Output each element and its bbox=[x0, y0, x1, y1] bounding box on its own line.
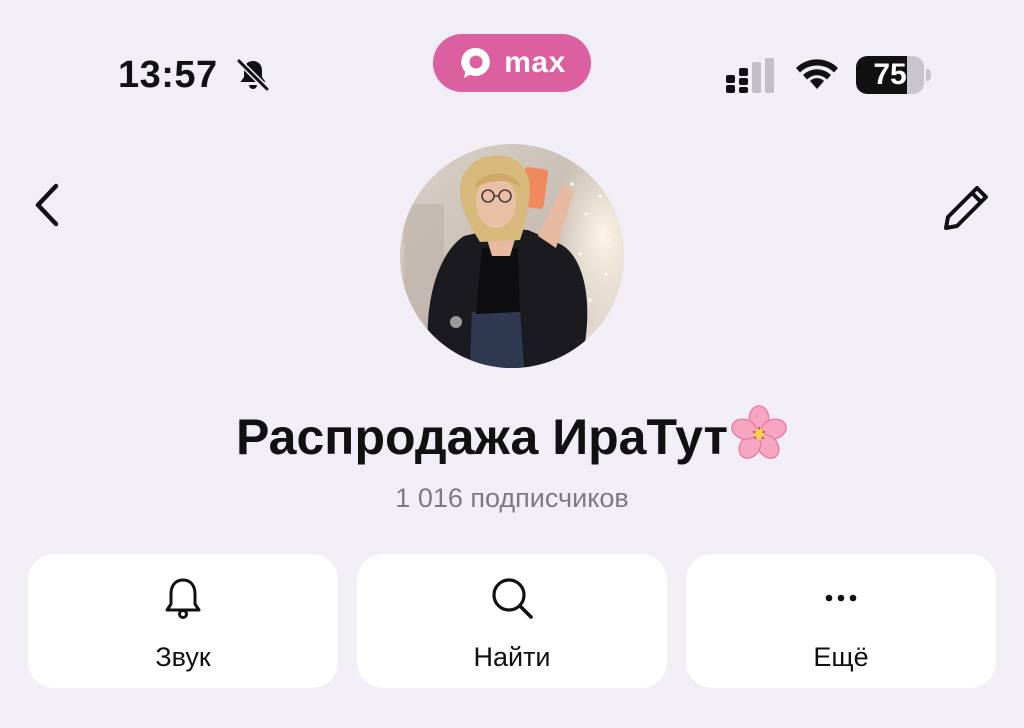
battery-cap bbox=[926, 69, 931, 81]
cherry-blossom-icon bbox=[731, 405, 787, 459]
battery-body: 75 bbox=[856, 56, 924, 94]
status-bar: 13:57 max 75 bbox=[0, 0, 1024, 110]
pencil-icon bbox=[944, 186, 988, 230]
sound-button[interactable]: Звук bbox=[28, 554, 338, 688]
app-badge[interactable]: max bbox=[433, 34, 591, 92]
cellular-signal-icon bbox=[726, 58, 774, 93]
app-badge-label: max bbox=[504, 46, 566, 79]
wifi-icon bbox=[796, 59, 838, 89]
channel-name-text: Распродажа ИраТут bbox=[235, 409, 729, 465]
sound-button-label: Звук bbox=[155, 642, 211, 672]
edit-button[interactable] bbox=[940, 180, 994, 234]
more-button-label: Ещё bbox=[813, 642, 869, 672]
bell-icon bbox=[165, 578, 201, 619]
battery-level: 75 bbox=[873, 58, 907, 91]
more-dots-icon bbox=[825, 594, 857, 602]
search-button[interactable]: Найти bbox=[357, 554, 667, 688]
search-icon bbox=[492, 578, 533, 619]
subscriber-count: 1 016 подписчиков bbox=[395, 483, 629, 513]
battery-indicator: 75 bbox=[856, 56, 932, 94]
channel-avatar[interactable] bbox=[400, 144, 624, 368]
back-button[interactable] bbox=[24, 178, 72, 232]
max-logo-icon bbox=[461, 47, 491, 78]
status-time: 13:57 bbox=[118, 54, 218, 96]
more-button[interactable]: Ещё bbox=[686, 554, 996, 688]
bell-slash-icon bbox=[236, 58, 270, 92]
channel-name: Распродажа ИраТут bbox=[0, 404, 1024, 470]
search-button-label: Найти bbox=[473, 642, 551, 672]
